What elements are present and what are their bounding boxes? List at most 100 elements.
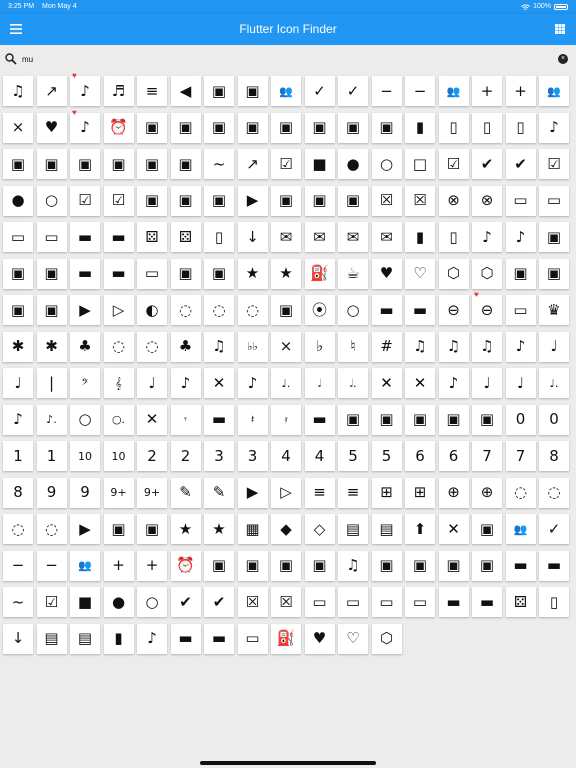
icon-tile[interactable]: ▣ — [204, 550, 234, 581]
icon-tile[interactable]: 𝄾 — [170, 404, 201, 435]
icon-tile[interactable]: ▣ — [472, 550, 502, 581]
icon-tile[interactable]: 👥 — [539, 76, 569, 106]
icon-tile[interactable]: + — [472, 76, 502, 106]
icon-tile[interactable]: ★ — [204, 514, 234, 544]
icon-tile[interactable]: ▯ — [539, 587, 569, 617]
icon-tile[interactable]: ☕ — [338, 258, 368, 289]
icon-tile[interactable]: ▭ — [237, 623, 268, 654]
icon-tile[interactable]: ♩. — [539, 368, 569, 398]
icon-tile[interactable]: 5 — [338, 441, 368, 471]
icon-tile[interactable]: 7 — [472, 441, 502, 471]
icon-tile[interactable]: 4 — [271, 441, 301, 471]
icon-tile[interactable]: ⬡ — [371, 623, 402, 654]
icon-tile[interactable]: ▣ — [36, 295, 67, 325]
icon-tile[interactable]: ♩ — [539, 331, 569, 362]
clear-search-button[interactable]: × — [558, 54, 568, 64]
icon-tile[interactable]: ▭ — [3, 222, 33, 252]
icon-tile[interactable]: ▶ — [237, 477, 268, 508]
icon-tile[interactable]: ◌ — [170, 295, 201, 325]
icon-tile[interactable]: ▣ — [371, 112, 402, 143]
icon-tile[interactable]: ♩ — [137, 368, 167, 398]
icon-tile[interactable]: ✱ — [3, 331, 33, 362]
icon-tile[interactable]: ↓ — [237, 222, 268, 252]
icon-tile[interactable]: ▬ — [204, 623, 234, 654]
icon-tile[interactable]: ★ — [271, 258, 301, 289]
icon-tile[interactable]: ▣ — [204, 112, 234, 143]
icon-tile[interactable]: ♛ — [539, 295, 569, 325]
icon-tile[interactable]: ▣ — [338, 404, 368, 435]
icon-tile[interactable]: ✉ — [338, 222, 368, 252]
icon-tile[interactable]: ♥ ♪ — [70, 72, 100, 106]
icon-tile[interactable]: ▶ — [70, 514, 100, 544]
icon-tile[interactable]: ☒ — [371, 185, 402, 216]
icon-tile[interactable]: ▤ — [70, 623, 100, 654]
icon-tile[interactable]: ▮ — [103, 623, 134, 654]
icon-tile[interactable]: ▣ — [472, 404, 502, 435]
icon-tile[interactable]: ▬ — [405, 295, 435, 325]
icon-tile[interactable]: ♡ — [405, 258, 435, 289]
icon-tile[interactable]: 7 — [505, 441, 536, 471]
icon-tile[interactable]: ≡ — [338, 477, 368, 508]
icon-tile[interactable]: ▤ — [36, 623, 67, 654]
icon-tile[interactable]: ✓ — [304, 76, 335, 106]
icon-tile[interactable]: ▣ — [103, 149, 134, 179]
icon-tile[interactable]: ⏰ — [170, 550, 201, 581]
icon-tile[interactable]: 👥 — [438, 76, 469, 106]
icon-tile[interactable]: ♥ ♪ — [70, 108, 100, 143]
icon-tile[interactable]: ▣ — [137, 185, 167, 216]
icon-tile[interactable]: ◌ — [237, 295, 268, 325]
icon-tile[interactable]: ▣ — [338, 112, 368, 143]
icon-tile[interactable]: ◆ — [271, 514, 301, 544]
icon-tile[interactable]: × — [271, 331, 301, 362]
icon-tile[interactable]: ♩ — [505, 368, 536, 398]
icon-tile[interactable]: ▣ — [170, 185, 201, 216]
icon-tile[interactable]: ▣ — [137, 149, 167, 179]
icon-tile[interactable]: ☑ — [438, 149, 469, 179]
icon-tile[interactable]: 3 — [237, 441, 268, 471]
icon-tile[interactable]: ♫ — [472, 331, 502, 362]
icon-tile[interactable]: ✔ — [204, 587, 234, 617]
icon-tile[interactable]: ▬ — [472, 587, 502, 617]
icon-tile[interactable]: ◌ — [137, 331, 167, 362]
icon-tile[interactable]: ✉ — [371, 222, 402, 252]
icon-tile[interactable]: ♫ — [3, 76, 33, 106]
icon-tile[interactable]: ○ — [371, 149, 402, 179]
icon-tile[interactable]: 10 — [70, 441, 100, 471]
icon-tile[interactable]: 2 — [170, 441, 201, 471]
icon-tile[interactable]: ⊖ — [438, 295, 469, 325]
icon-tile[interactable]: ⊞ — [371, 477, 402, 508]
icon-tile[interactable]: ▭ — [371, 587, 402, 617]
icon-tile[interactable]: ▬ — [304, 404, 335, 435]
icon-tile[interactable]: ◌ — [36, 514, 67, 544]
icon-tile[interactable]: ✎ — [204, 477, 234, 508]
icon-tile[interactable]: ⊞ — [405, 477, 435, 508]
icon-tile[interactable]: ▭ — [36, 222, 67, 252]
grid-view-button[interactable] — [552, 21, 568, 37]
icon-tile[interactable]: ▣ — [170, 258, 201, 289]
icon-tile[interactable]: ▣ — [103, 514, 134, 544]
icon-tile[interactable]: 𝄢 — [70, 368, 100, 398]
icon-tile[interactable]: 6 — [438, 441, 469, 471]
icon-tile[interactable]: ▯ — [438, 222, 469, 252]
icon-tile[interactable]: ↓ — [3, 623, 33, 654]
icon-tile[interactable]: ♥ — [304, 623, 335, 654]
icon-tile[interactable]: ▣ — [271, 295, 301, 325]
icon-tile[interactable]: ▣ — [338, 185, 368, 216]
icon-tile[interactable]: ♪ — [472, 222, 502, 252]
icon-tile[interactable]: ⦿ — [304, 295, 335, 325]
icon-tile[interactable]: ✎ — [170, 477, 201, 508]
icon-tile[interactable]: ♩ — [472, 368, 502, 398]
icon-tile[interactable]: ☑ — [539, 149, 569, 179]
icon-tile[interactable]: ▣ — [539, 258, 569, 289]
icon-tile[interactable]: 8 — [539, 441, 569, 471]
icon-tile[interactable]: ✔ — [472, 149, 502, 179]
icon-tile[interactable]: ◌ — [505, 477, 536, 508]
icon-tile[interactable]: 10 — [103, 441, 134, 471]
icon-tile[interactable]: 1 — [3, 441, 33, 471]
icon-tile[interactable]: ✉ — [304, 222, 335, 252]
icon-tile[interactable]: ♪ — [438, 368, 469, 398]
icon-tile[interactable]: ⛽ — [271, 623, 301, 654]
icon-tile[interactable]: ▣ — [472, 514, 502, 544]
icon-tile[interactable]: ▣ — [237, 76, 268, 106]
icon-tile[interactable]: 4 — [304, 441, 335, 471]
